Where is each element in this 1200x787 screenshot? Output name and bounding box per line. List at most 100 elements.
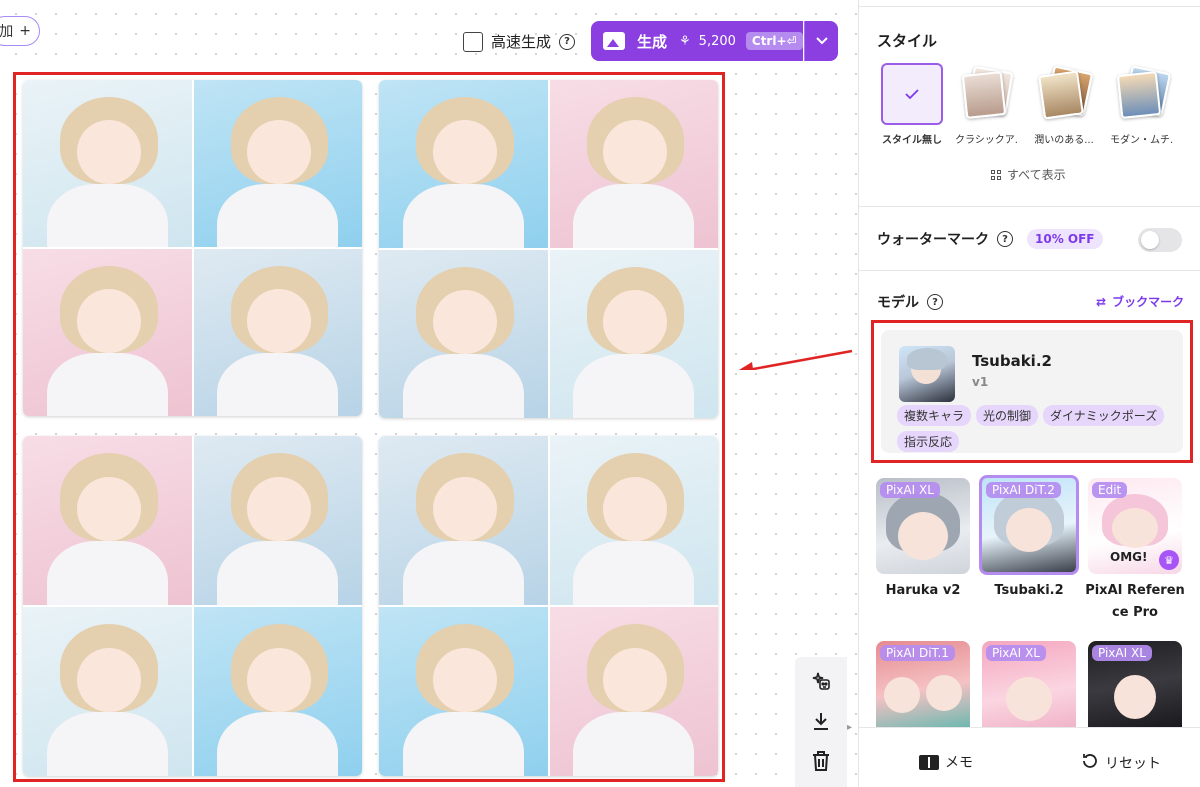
generated-image-tile[interactable] [549, 250, 718, 418]
tile-face-shape [247, 289, 312, 353]
tile-body-shape [217, 352, 339, 416]
style-label: 潤いのある... [1034, 135, 1094, 146]
generated-image-tile[interactable] [549, 436, 718, 605]
memo-button[interactable]: メモ [919, 752, 973, 772]
tile-body-shape [402, 184, 524, 248]
reset-icon [1081, 752, 1099, 774]
result-card[interactable] [23, 436, 362, 776]
model-card-tsubaki[interactable]: PixAI DiT.2 [979, 475, 1079, 575]
annotation-arrow-icon [738, 349, 853, 370]
tile-body-shape [573, 184, 695, 248]
tile-body-shape [46, 540, 168, 605]
tile-body-shape [573, 540, 695, 605]
style-item-classic[interactable]: クラシックア... [955, 63, 1019, 146]
generate-options-dropdown[interactable] [804, 21, 838, 61]
model-tag: ダイナミックポーズ [1043, 405, 1165, 426]
show-all-label: すべて表示 [1007, 168, 1066, 182]
model-card-xl-pink[interactable]: PixAI XL [982, 641, 1076, 727]
selected-model-card[interactable]: Tsubaki.2 v1 複数キャラ 光の制御 ダイナミックポーズ 指示反応 [871, 320, 1193, 463]
generated-image-tile[interactable] [193, 249, 362, 416]
generated-image-tile[interactable] [379, 250, 548, 418]
selected-model-inner: Tsubaki.2 v1 複数キャラ 光の制御 ダイナミックポーズ 指示反応 [881, 330, 1183, 453]
generated-image-tile[interactable] [23, 436, 192, 605]
generated-image-tile[interactable] [549, 607, 718, 776]
model-badge: PixAI DiT.1 [880, 645, 955, 661]
generate-button[interactable]: 生成 ⚘ 5,200 Ctrl+⏎ [591, 21, 803, 61]
generated-image-tile[interactable] [549, 80, 718, 248]
model-tags: 複数キャラ 光の制御 ダイナミックポーズ 指示反応 [897, 405, 1187, 452]
help-icon[interactable]: ? [997, 231, 1013, 247]
section-divider [859, 206, 1200, 207]
tile-body-shape [217, 540, 339, 605]
tile-body-shape [402, 711, 524, 776]
generated-image-tile[interactable] [23, 80, 192, 247]
book-icon [919, 754, 939, 770]
tile-body-shape [573, 354, 695, 418]
tile-body-shape [402, 354, 524, 418]
model-card-reference-pro[interactable]: Edit OMG! ♛ [1088, 478, 1182, 574]
generated-image-tile[interactable] [379, 607, 548, 776]
chevron-right-icon[interactable]: ▸ [847, 712, 857, 742]
generated-image-tile[interactable] [23, 249, 192, 416]
style-section-title: スタイル [877, 32, 938, 50]
add-chip-button[interactable]: 加 + [0, 16, 40, 46]
model-card-xl-dark[interactable]: PixAI XL [1088, 641, 1182, 727]
style-item-none[interactable]: スタイル無し [880, 63, 944, 146]
credits-count: 5,200 [698, 33, 736, 49]
model-tag: 指示反応 [897, 431, 960, 452]
download-icon[interactable] [810, 707, 832, 735]
generated-image-tile[interactable] [379, 80, 548, 248]
credit-icon: ⚘ [679, 33, 691, 49]
trash-icon[interactable] [811, 747, 831, 775]
fast-gen-checkbox[interactable] [463, 31, 483, 52]
generated-image-tile[interactable] [379, 436, 548, 605]
show-all-styles-link[interactable]: すべて表示 [991, 166, 1066, 183]
model-thumbnail-face [884, 677, 920, 713]
style-thumbnail [1111, 63, 1173, 125]
tile-face-shape [603, 647, 668, 712]
generate-label: 生成 [637, 32, 668, 51]
help-icon[interactable]: ? [559, 33, 576, 50]
result-card[interactable] [379, 436, 718, 776]
shortcut-badge: Ctrl+⏎ [745, 32, 803, 50]
generated-image-tile[interactable] [193, 607, 362, 776]
add-chip-label: 加 [0, 24, 14, 40]
generated-image-tile[interactable] [23, 607, 192, 776]
selected-model-version: v1 [972, 375, 989, 389]
watermark-row: ウォーターマーク ? 10% OFF [877, 229, 1103, 249]
result-card[interactable] [379, 80, 718, 418]
model-thumbnail-face [1112, 508, 1158, 548]
reset-button[interactable]: リセット [1081, 752, 1161, 774]
model-badge: PixAI XL [1092, 645, 1152, 661]
watermark-toggle[interactable] [1138, 228, 1182, 252]
model-card-haruka[interactable]: PixAI XL [876, 478, 970, 574]
style-item-modern[interactable]: モダン・ムチ... [1110, 63, 1174, 146]
style-label: クラシックア... [955, 135, 1019, 146]
result-card[interactable] [23, 80, 362, 416]
tile-face-shape [247, 476, 312, 541]
tile-face-shape [247, 120, 312, 184]
crown-icon: ♛ [1159, 550, 1179, 570]
model-card-dit1[interactable]: PixAI DiT.1 [876, 641, 970, 727]
model-name: PixAI Referen ce Pro [1085, 580, 1185, 624]
fast-gen-toggle[interactable]: 高速生成 ? [463, 31, 576, 52]
settings-panel: スタイル スタイル無し クラシックア... 潤いのある... モダン・ムチ...… [858, 0, 1200, 787]
chevron-down-icon [815, 33, 828, 49]
tile-body-shape [46, 352, 168, 416]
tile-face-shape [247, 647, 312, 712]
avatar [899, 346, 955, 402]
generated-image-tile[interactable] [193, 80, 362, 247]
side-toolbar [795, 657, 847, 787]
tile-body-shape [217, 711, 339, 776]
memo-label: メモ [945, 755, 973, 771]
reset-label: リセット [1105, 756, 1161, 772]
style-item-moist[interactable]: 潤いのある... [1032, 63, 1096, 146]
bookmark-button[interactable]: ⇄ ブックマーク [1096, 293, 1184, 310]
model-name: Tsubaki.2 [994, 583, 1064, 598]
magic-edit-icon[interactable] [809, 667, 833, 695]
selected-model-name: Tsubaki.2 [972, 352, 1052, 370]
model-thumbnail-face [926, 675, 962, 711]
help-icon[interactable]: ? [927, 294, 943, 310]
generated-image-tile[interactable] [193, 436, 362, 605]
model-name-line: PixAI Referen [1085, 583, 1185, 598]
